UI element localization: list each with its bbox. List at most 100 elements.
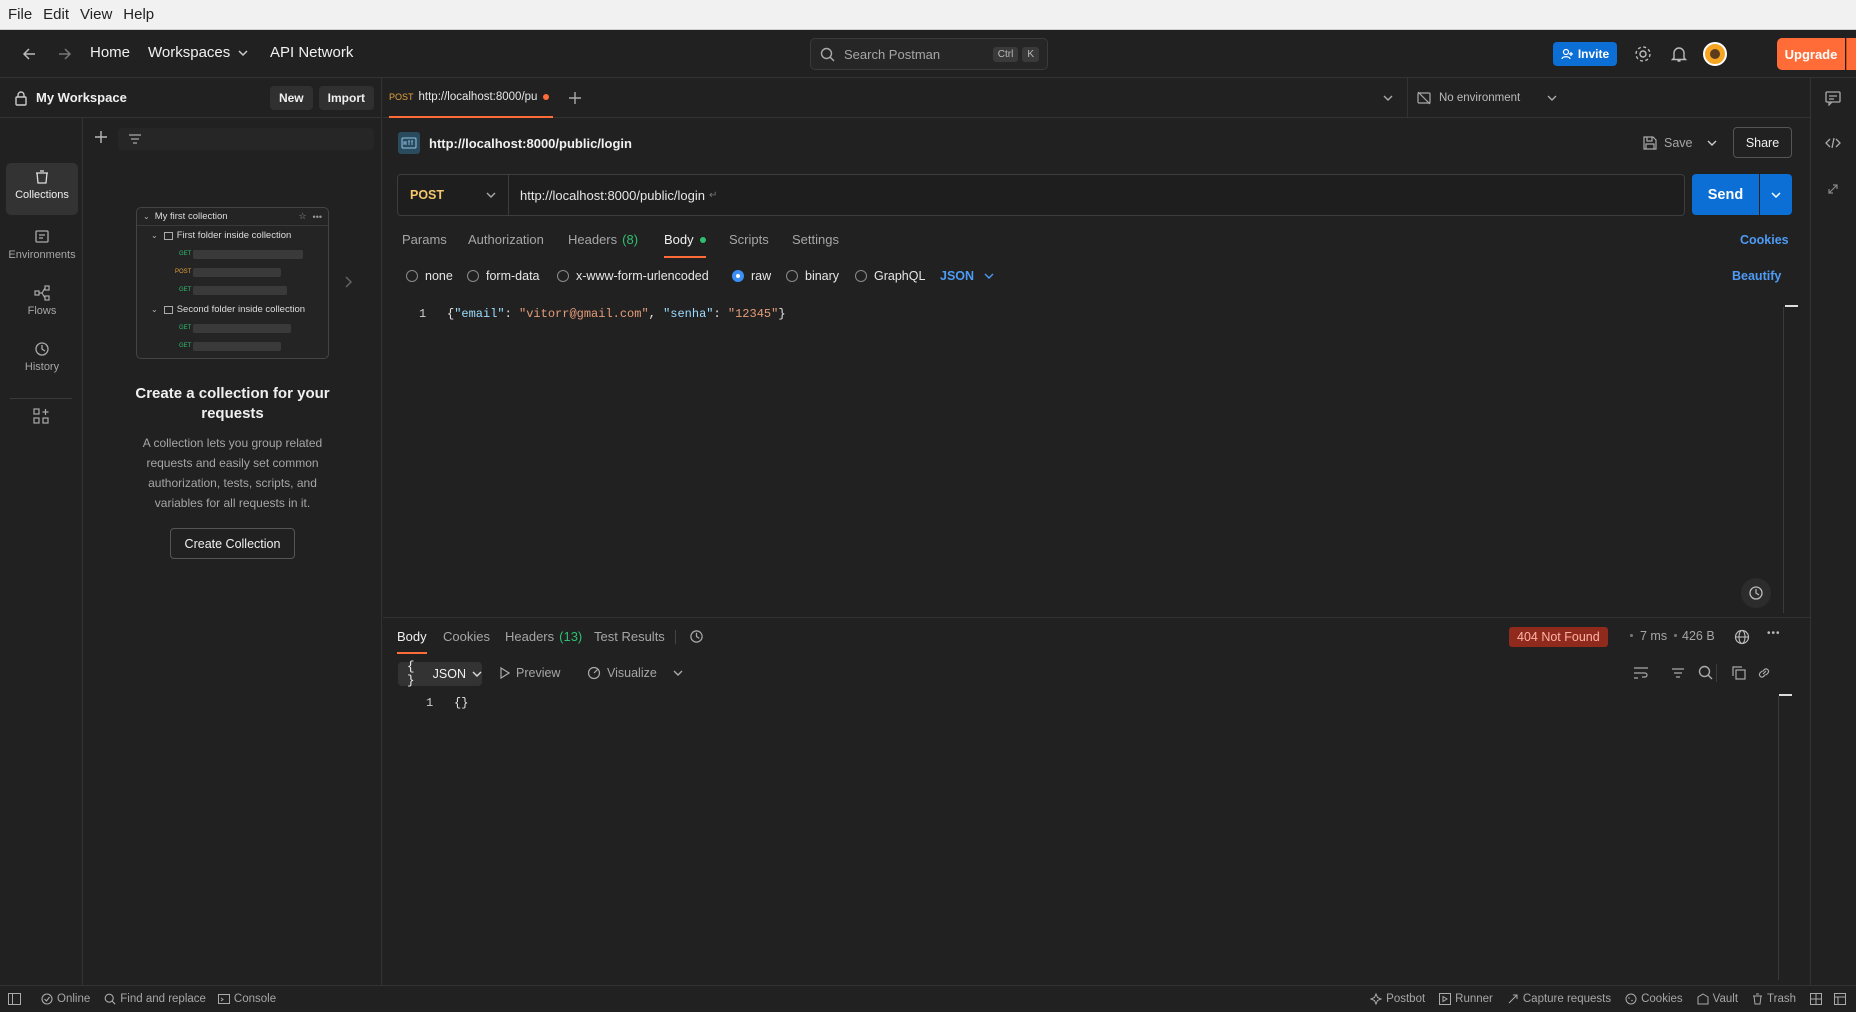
- code-icon[interactable]: [1825, 135, 1841, 151]
- body-mode-none[interactable]: none: [406, 269, 453, 283]
- menu-file[interactable]: File: [8, 0, 32, 30]
- create-collection-button[interactable]: Create Collection: [170, 528, 295, 559]
- cookies-link[interactable]: Cookies: [1740, 233, 1789, 247]
- sidebar-item-collections[interactable]: Collections: [6, 163, 78, 215]
- postbot-button[interactable]: Postbot: [1370, 993, 1425, 1005]
- response-format-select[interactable]: { } JSON: [398, 660, 482, 688]
- url-bar: POST http://localhost:8000/public/login …: [397, 174, 1685, 216]
- filter-input[interactable]: [118, 128, 374, 150]
- find-replace-button[interactable]: Find and replace: [104, 993, 206, 1005]
- visualize-button[interactable]: Visualize: [587, 666, 683, 680]
- runner-button[interactable]: Runner: [1439, 993, 1493, 1005]
- tab-scripts[interactable]: Scripts: [729, 232, 769, 247]
- globe-icon[interactable]: [1734, 629, 1750, 645]
- tab-settings[interactable]: Settings: [792, 232, 839, 247]
- link-icon[interactable]: [1757, 666, 1771, 680]
- request-tab[interactable]: POST http://localhost:8000/public/login: [389, 78, 553, 118]
- upgrade-button[interactable]: Upgrade: [1777, 38, 1845, 70]
- scrollbar-thumb[interactable]: [1785, 305, 1798, 307]
- filter-icon[interactable]: [1671, 666, 1685, 680]
- related-collections-icon[interactable]: [1826, 182, 1840, 196]
- save-button[interactable]: Save: [1643, 128, 1717, 158]
- api-network-link[interactable]: API Network: [270, 44, 353, 61]
- preview-button[interactable]: Preview: [500, 666, 560, 680]
- toggle-sidebar-icon[interactable]: [8, 993, 21, 1005]
- help-icon[interactable]: [1834, 993, 1846, 1005]
- new-tab-plus-icon[interactable]: [568, 91, 582, 105]
- response-time[interactable]: 7 ms: [1640, 629, 1667, 643]
- forward-arrow-icon[interactable]: [57, 46, 73, 62]
- postbot-label: Postbot: [1386, 993, 1426, 1005]
- configure-workbench-icon[interactable]: [33, 408, 49, 424]
- body-mode-raw[interactable]: raw: [732, 269, 771, 283]
- sidebar-item-environments[interactable]: Environments: [6, 223, 78, 275]
- sidebar-item-flows[interactable]: Flows: [6, 279, 78, 331]
- avatar[interactable]: [1703, 42, 1727, 66]
- request-title[interactable]: http://localhost:8000/public/login: [429, 136, 632, 151]
- copy-icon[interactable]: [1732, 666, 1746, 680]
- url-input[interactable]: http://localhost:8000/public/login: [520, 188, 705, 203]
- chevron-right-icon[interactable]: [343, 275, 353, 289]
- language-select[interactable]: JSON: [940, 269, 994, 283]
- body-mode-graphql[interactable]: GraphQL: [855, 269, 925, 283]
- add-collection-plus-icon[interactable]: [94, 130, 108, 144]
- upgrade-dropdown[interactable]: [1846, 38, 1856, 70]
- settings-gear-icon[interactable]: [1634, 45, 1652, 63]
- chevron-down-icon[interactable]: [1707, 138, 1717, 148]
- response-size[interactable]: 426 B: [1682, 629, 1715, 643]
- vault-button[interactable]: Vault: [1697, 993, 1738, 1005]
- more-dots-icon[interactable]: •••: [1767, 628, 1781, 639]
- console-button[interactable]: Console: [217, 993, 276, 1005]
- search-input[interactable]: Search Postman Ctrl K: [810, 38, 1048, 70]
- body-mode-binary[interactable]: binary: [786, 269, 839, 283]
- tab-body-label: Body: [664, 232, 694, 247]
- layout-grid-icon[interactable]: [1810, 993, 1822, 1005]
- tabs-dropdown-chevron-icon[interactable]: [1383, 93, 1393, 103]
- comments-icon[interactable]: [1825, 90, 1841, 106]
- send-dropdown[interactable]: [1760, 174, 1792, 215]
- scrollbar-thumb[interactable]: [1779, 694, 1792, 696]
- chevron-down-icon: [984, 271, 994, 281]
- back-arrow-icon[interactable]: [21, 46, 37, 62]
- wrap-lines-icon[interactable]: [1633, 666, 1649, 680]
- menu-view[interactable]: View: [80, 0, 112, 30]
- invite-button[interactable]: Invite: [1553, 42, 1617, 66]
- response-tab-body[interactable]: Body: [397, 629, 427, 654]
- tab-authorization[interactable]: Authorization: [468, 232, 544, 247]
- body-mode-urlencoded[interactable]: x-www-form-urlencoded: [557, 269, 709, 283]
- response-tab-test-results[interactable]: Test Results: [594, 629, 665, 644]
- tab-headers[interactable]: Headers (8): [568, 232, 638, 247]
- trash-button[interactable]: Trash: [1752, 993, 1796, 1005]
- tab-params[interactable]: Params: [402, 232, 447, 247]
- method-select[interactable]: POST: [398, 175, 509, 215]
- send-button[interactable]: Send: [1692, 174, 1759, 215]
- ai-assist-icon[interactable]: [1741, 578, 1771, 608]
- body-mode-form-data[interactable]: form-data: [467, 269, 540, 283]
- chevron-down-icon: [673, 668, 683, 678]
- workspace-name[interactable]: My Workspace: [36, 90, 127, 105]
- request-body-editor[interactable]: 1 { "email" : "vitorr@gmail.com" , "senh…: [392, 303, 1802, 615]
- invite-label: Invite: [1577, 47, 1610, 61]
- cookies-button[interactable]: Cookies: [1625, 993, 1683, 1005]
- response-tab-headers[interactable]: Headers (13): [505, 629, 582, 644]
- status-badge[interactable]: 404 Not Found: [1509, 627, 1608, 647]
- sidebar-item-history[interactable]: History: [6, 335, 78, 387]
- capture-requests-button[interactable]: Capture requests: [1507, 993, 1611, 1005]
- import-button[interactable]: Import: [318, 85, 374, 110]
- response-body-viewer[interactable]: 1 {}: [392, 690, 1802, 980]
- home-link[interactable]: Home: [90, 44, 130, 61]
- environment-selector[interactable]: No environment: [1417, 78, 1557, 118]
- history-clock-icon[interactable]: [689, 629, 704, 644]
- beautify-link[interactable]: Beautify: [1732, 269, 1781, 283]
- menu-edit[interactable]: Edit: [43, 0, 69, 30]
- vault-label: Vault: [1712, 993, 1739, 1005]
- share-button[interactable]: Share: [1733, 127, 1792, 158]
- tab-body[interactable]: Body: [664, 232, 706, 258]
- new-button[interactable]: New: [269, 85, 313, 110]
- bell-icon[interactable]: [1670, 45, 1688, 63]
- menu-help[interactable]: Help: [123, 0, 154, 30]
- online-status[interactable]: Online: [41, 993, 90, 1005]
- search-icon[interactable]: [1698, 665, 1713, 680]
- workspaces-menu[interactable]: Workspaces: [148, 44, 248, 61]
- response-tab-cookies[interactable]: Cookies: [443, 629, 490, 644]
